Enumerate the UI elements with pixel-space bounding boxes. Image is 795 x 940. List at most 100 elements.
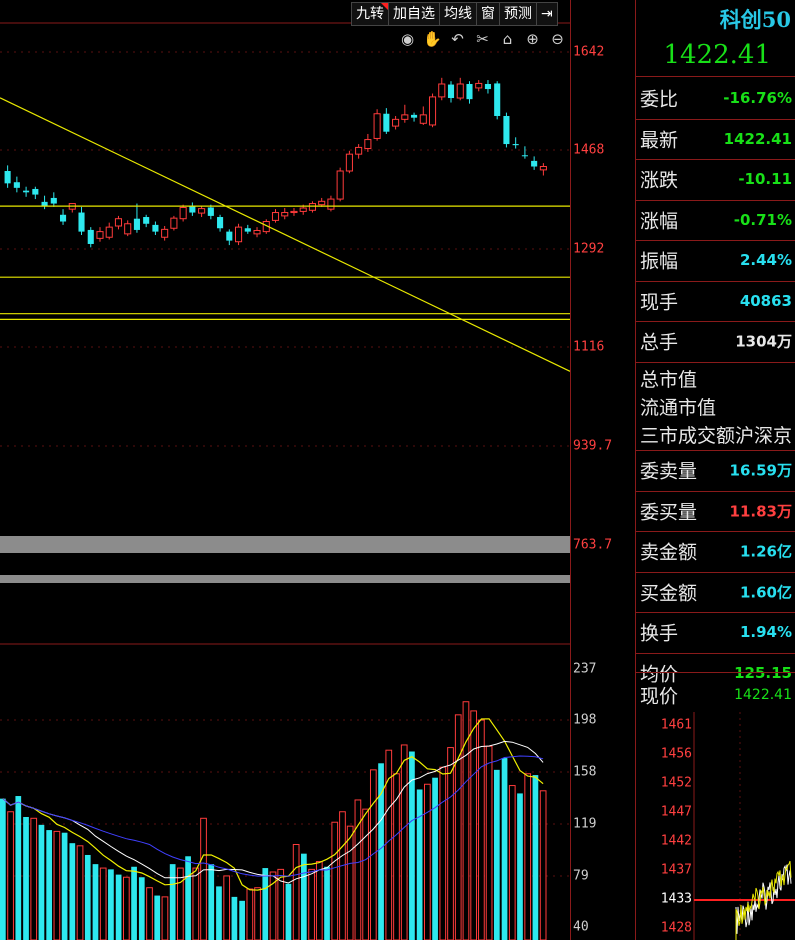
current-price-value: 1422.41 bbox=[734, 687, 792, 703]
volume-bar bbox=[216, 886, 222, 940]
volume-bar bbox=[208, 864, 215, 940]
candle-body bbox=[503, 115, 510, 145]
quote-panel: 科创50 1422.41 委比 -16.76% 最新 1422.41 涨跌 -10.11 涨… bbox=[635, 0, 795, 940]
volume-axis-label: 158 bbox=[573, 764, 597, 780]
volume-series bbox=[0, 701, 547, 940]
candle-body bbox=[143, 217, 150, 224]
candle-body bbox=[207, 207, 214, 216]
quote-row: 委买量 11.83万 bbox=[636, 491, 795, 531]
volume-bar bbox=[416, 789, 423, 940]
quote-value: 1304万 bbox=[735, 332, 792, 351]
mini-axis-label: 1433 bbox=[660, 891, 692, 907]
price-axis-label: 763.7 bbox=[573, 537, 613, 553]
candlestick-series bbox=[4, 77, 547, 248]
kline-chart[interactable] bbox=[0, 0, 570, 940]
lock-icon[interactable]: ⌂ bbox=[498, 30, 517, 48]
candle-body bbox=[87, 229, 94, 244]
quote-label: 委买量 bbox=[640, 501, 698, 523]
zoom-in-icon[interactable]: ⊕ bbox=[523, 30, 542, 48]
window-button[interactable]: 窗 bbox=[476, 2, 500, 26]
candle-body bbox=[428, 96, 437, 126]
volume-axis-label: 40 bbox=[573, 919, 589, 935]
candle-body bbox=[373, 113, 381, 139]
volume-bar bbox=[524, 773, 532, 940]
divider bbox=[636, 76, 795, 77]
candle-body bbox=[475, 82, 483, 89]
quote-value: 1422.41 bbox=[723, 129, 792, 148]
candle-body bbox=[531, 160, 538, 167]
candle-body bbox=[189, 205, 196, 213]
index-price: 1422.41 bbox=[663, 40, 771, 70]
candle-body bbox=[217, 217, 224, 229]
candle-body bbox=[494, 83, 501, 116]
volume-bar bbox=[84, 854, 91, 940]
volume-bar bbox=[146, 887, 153, 940]
volume-ma-short bbox=[2, 718, 544, 891]
nine-turn-button[interactable]: 九转 bbox=[351, 2, 389, 26]
mini-axis-label: 1456 bbox=[660, 746, 692, 762]
mini-axis-label: 1452 bbox=[660, 775, 692, 791]
candle-body bbox=[78, 212, 85, 232]
volume-bar bbox=[7, 811, 14, 940]
candle-body bbox=[198, 208, 206, 214]
candle-body bbox=[152, 224, 159, 232]
volume-bar bbox=[432, 777, 438, 940]
volume-bar bbox=[61, 832, 68, 940]
volume-bar bbox=[470, 710, 478, 940]
add-watchlist-button[interactable]: 加自选 bbox=[388, 2, 440, 26]
arrow-right-bar-icon[interactable]: ⇥ bbox=[536, 2, 558, 26]
mini-axis-label: 1428 bbox=[660, 920, 692, 936]
quote-label: 最新 bbox=[640, 129, 679, 151]
volume-bar bbox=[478, 719, 485, 940]
volume-bar bbox=[331, 821, 339, 940]
hand-icon[interactable]: ✋ bbox=[423, 30, 442, 48]
volume-bar bbox=[424, 783, 431, 940]
quote-value: 1.60亿 bbox=[739, 583, 792, 601]
volume-bar bbox=[485, 745, 493, 940]
volume-bar bbox=[185, 856, 191, 940]
candle-body bbox=[318, 200, 326, 206]
volume-ma-long bbox=[2, 755, 544, 877]
volume-bar bbox=[161, 896, 169, 940]
volume-bar bbox=[354, 799, 362, 940]
volume-bar bbox=[362, 808, 369, 940]
scissors-icon[interactable]: ✂ bbox=[473, 30, 492, 48]
quote-label: 换手 bbox=[640, 622, 679, 645]
volume-axis-label: 237 bbox=[573, 661, 597, 677]
volume-bar bbox=[30, 817, 38, 940]
candle-body bbox=[4, 170, 11, 184]
quote-row: 买金额 1.60亿 bbox=[636, 572, 795, 612]
volume-bar bbox=[262, 868, 269, 940]
candle-body bbox=[235, 226, 243, 243]
moving-average-button[interactable]: 均线 bbox=[439, 2, 477, 26]
volume-bar bbox=[53, 830, 61, 940]
candle-body bbox=[32, 188, 39, 195]
volume-bar bbox=[454, 714, 462, 940]
quote-value: 40863 bbox=[739, 291, 792, 310]
volume-bar bbox=[447, 747, 454, 940]
quote-label: 委卖量 bbox=[640, 460, 698, 483]
candle-body bbox=[411, 114, 418, 118]
eye-icon[interactable]: ◉ bbox=[398, 30, 417, 48]
mini-axis-label: 1447 bbox=[660, 804, 692, 820]
quote-label: 现手 bbox=[640, 291, 679, 313]
volume-bar bbox=[223, 875, 231, 940]
candle-body bbox=[308, 203, 316, 211]
candle-body bbox=[253, 229, 261, 235]
candle-body bbox=[484, 83, 492, 90]
volume-bar bbox=[15, 796, 22, 940]
price-axis-label: 1292 bbox=[573, 241, 605, 257]
volume-bar bbox=[177, 867, 184, 940]
market-turnover-label: 三市成交额沪深京 bbox=[640, 425, 793, 447]
quote-label: 涨跌 bbox=[640, 169, 679, 192]
volume-bar bbox=[493, 769, 500, 940]
forecast-button[interactable]: 预测 bbox=[499, 2, 537, 26]
quote-row: 换手 1.94% bbox=[636, 612, 795, 652]
undo-icon[interactable]: ↶ bbox=[448, 30, 467, 48]
candle-body bbox=[512, 144, 519, 146]
gray-band bbox=[0, 575, 570, 583]
zoom-out-icon[interactable]: ⊖ bbox=[548, 30, 567, 48]
quote-row: 现手 40863 bbox=[636, 281, 795, 321]
candle-body bbox=[336, 170, 344, 200]
volume-bar bbox=[154, 895, 161, 940]
